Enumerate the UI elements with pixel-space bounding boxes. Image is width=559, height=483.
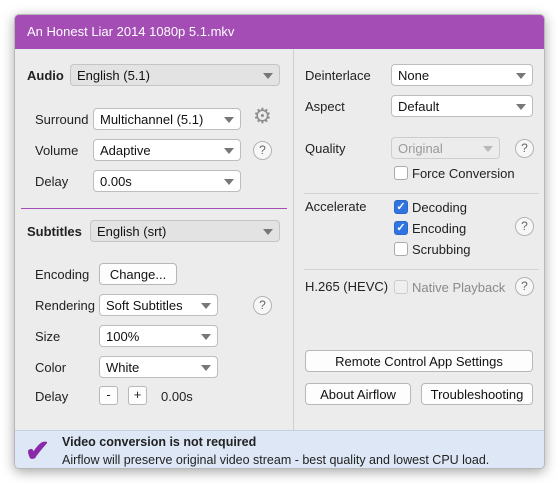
volume-label: Volume: [35, 143, 79, 158]
force-conversion-checkbox[interactable]: [394, 166, 408, 180]
volume-help-icon[interactable]: ?: [253, 141, 272, 160]
color-label: Color: [35, 360, 67, 375]
force-conversion-label: Force Conversion: [412, 166, 515, 181]
surround-label: Surround: [35, 112, 89, 127]
accelerate-help-icon[interactable]: ?: [515, 217, 534, 236]
native-playback-label: Native Playback: [412, 280, 506, 295]
chevron-down-icon: [201, 303, 211, 309]
size-label: Size: [35, 329, 61, 344]
window-title: An Honest Liar 2014 1080p 5.1.mkv: [15, 15, 544, 49]
chevron-down-icon: [516, 104, 526, 110]
delay-increase-button[interactable]: +: [128, 386, 147, 405]
volume-value: Adaptive: [100, 143, 151, 158]
audio-subtitles-panel: Audio English (5.1) Surround Multichanne…: [15, 49, 293, 430]
surround-select[interactable]: Multichannel (5.1): [93, 108, 241, 130]
subtitle-track-select[interactable]: English (srt): [90, 220, 280, 242]
rendering-help-icon[interactable]: ?: [253, 296, 272, 315]
quality-label: Quality: [305, 141, 346, 156]
hevc-label: H.265 (HEVC): [305, 279, 389, 294]
audio-delay-select[interactable]: 0.00s: [93, 170, 241, 192]
scrubbing-label: Scrubbing: [412, 242, 471, 257]
airflow-settings-window: An Honest Liar 2014 1080p 5.1.mkv Audio …: [14, 14, 545, 469]
audio-delay-label: Delay: [35, 174, 69, 189]
aspect-value: Default: [398, 99, 440, 114]
remote-control-settings-button[interactable]: Remote Control App Settings: [305, 350, 533, 372]
chevron-down-icon: [263, 73, 273, 79]
chevron-down-icon: [224, 179, 234, 185]
size-value: 100%: [106, 329, 140, 344]
section-divider: [21, 208, 287, 209]
video-panel: Deinterlace None Aspect Default Quality …: [293, 49, 544, 430]
section-divider: [304, 193, 539, 194]
volume-select[interactable]: Adaptive: [93, 139, 241, 161]
rendering-select[interactable]: Soft Subtitles: [99, 294, 218, 316]
checkmark-icon: ✔: [25, 435, 51, 468]
subtitles-heading: Subtitles: [27, 224, 82, 239]
chevron-down-icon: [201, 365, 211, 371]
subtitle-track-value: English (srt): [97, 224, 167, 239]
deinterlace-label: Deinterlace: [305, 68, 371, 83]
chevron-down-icon: [201, 334, 211, 340]
audio-delay-value: 0.00s: [100, 174, 132, 189]
encoding-label: Encoding: [412, 221, 467, 236]
encoding-checkbox[interactable]: ✓: [394, 221, 408, 235]
subtitle-encoding-label: Encoding: [35, 267, 90, 282]
aspect-label: Aspect: [305, 99, 345, 114]
accelerate-label: Accelerate: [305, 199, 367, 214]
color-select[interactable]: White: [99, 356, 218, 378]
decoding-checkbox[interactable]: ✓: [394, 200, 408, 214]
quality-value: Original: [398, 141, 443, 156]
change-encoding-button[interactable]: Change...: [99, 263, 177, 285]
status-message: Airflow will preserve original video str…: [62, 453, 490, 467]
size-select[interactable]: 100%: [99, 325, 218, 347]
rendering-label: Rendering: [35, 298, 95, 313]
audio-track-value: English (5.1): [77, 68, 150, 83]
chevron-down-icon: [263, 229, 273, 235]
about-airflow-button[interactable]: About Airflow: [305, 383, 411, 405]
rendering-value: Soft Subtitles: [106, 298, 183, 313]
hevc-help-icon[interactable]: ?: [515, 277, 534, 296]
subtitle-delay-label: Delay: [35, 389, 69, 404]
chevron-down-icon: [483, 146, 493, 152]
surround-value: Multichannel (5.1): [100, 112, 204, 127]
status-footer: ✔ Video conversion is not required Airfl…: [15, 430, 544, 468]
native-playback-checkbox[interactable]: [394, 280, 408, 294]
quality-help-icon[interactable]: ?: [515, 139, 534, 158]
chevron-down-icon: [516, 73, 526, 79]
chevron-down-icon: [224, 148, 234, 154]
troubleshooting-button[interactable]: Troubleshooting: [421, 383, 533, 405]
audio-track-select[interactable]: English (5.1): [70, 64, 280, 86]
gear-icon[interactable]: ⚙: [253, 106, 272, 127]
section-divider: [304, 269, 539, 270]
color-value: White: [106, 360, 140, 375]
deinterlace-value: None: [398, 68, 430, 83]
subtitle-delay-value: 0.00s: [161, 389, 193, 404]
decoding-label: Decoding: [412, 200, 467, 215]
quality-select[interactable]: Original: [391, 137, 500, 159]
audio-heading: Audio: [27, 68, 64, 83]
scrubbing-checkbox[interactable]: [394, 242, 408, 256]
status-title: Video conversion is not required: [62, 435, 257, 449]
aspect-select[interactable]: Default: [391, 95, 533, 117]
chevron-down-icon: [224, 117, 234, 123]
delay-decrease-button[interactable]: -: [99, 386, 118, 405]
deinterlace-select[interactable]: None: [391, 64, 533, 86]
